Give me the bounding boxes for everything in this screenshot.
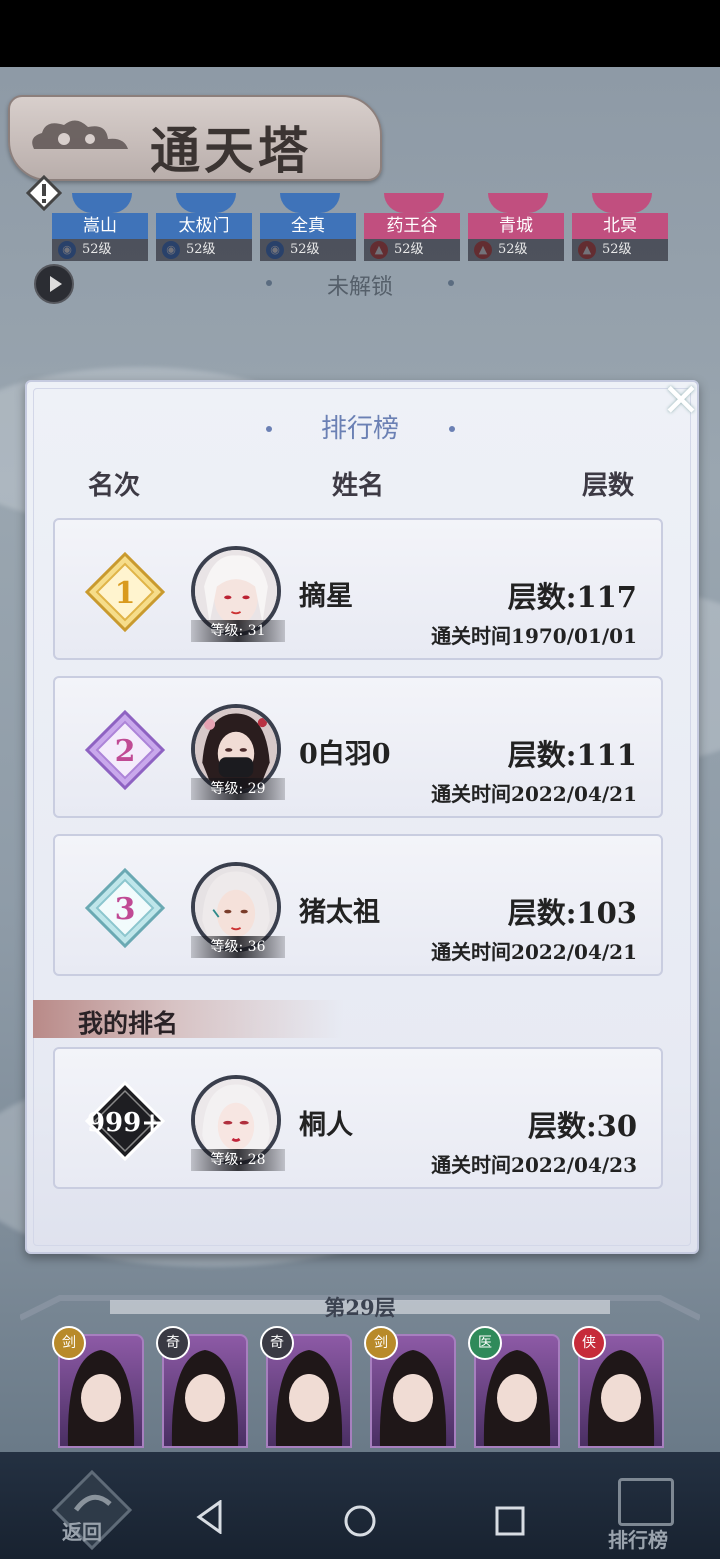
level-tag: 等级: 28 — [191, 1149, 285, 1171]
rank-number: 1 — [115, 576, 136, 611]
sect-level: 52级 — [52, 239, 148, 261]
class-badge-icon: 剑 — [52, 1326, 86, 1360]
sect-level: 52级 — [468, 239, 564, 261]
rank-1-badge-icon: 1 — [84, 551, 166, 633]
sect-card[interactable]: 嵩山◉52级 — [52, 193, 148, 263]
my-rank-row[interactable]: 999+ 等级: 28 桐人 层数:30 通关时间2022/04/23 — [53, 1047, 663, 1189]
floor-label: 第29层 — [324, 1295, 396, 1320]
rank-number: 999+ — [87, 1108, 163, 1138]
leaderboard-row[interactable]: 2 等级: 29 0白羽0 层数:111 通关时间2022/04/21 — [53, 676, 663, 818]
sect-name: 太极门 — [156, 213, 252, 239]
sect-name: 嵩山 — [52, 213, 148, 239]
floor-count: 层数:111 — [507, 738, 637, 772]
my-rank-label: 我的排名 — [78, 1009, 179, 1038]
page-title: 通天塔 — [150, 121, 312, 180]
sect-card[interactable]: 药王谷▲52级 — [364, 193, 460, 263]
status-bar — [0, 0, 720, 67]
class-badge-icon: 剑 — [364, 1326, 398, 1360]
system-recents-icon[interactable] — [495, 1506, 525, 1536]
sect-card[interactable]: 全真◉52级 — [260, 193, 356, 263]
sect-level: 52级 — [364, 239, 460, 261]
sect-card[interactable]: 青城▲52级 — [468, 193, 564, 263]
floor-count: 层数:117 — [507, 580, 637, 614]
player-name: 摘星 — [299, 581, 353, 612]
leaderboard-nav-label[interactable]: 排行榜 — [608, 1524, 668, 1553]
class-badge-icon: 奇 — [156, 1326, 190, 1360]
leaderboard-row[interactable]: 3 等级: 36 猪太祖 层数:103 通关时间2022/04/21 — [53, 834, 663, 976]
class-badge-icon: 侠 — [572, 1326, 606, 1360]
level-tag: 等级: 29 — [191, 778, 285, 800]
sect-portrait — [280, 193, 340, 213]
floor-count: 层数:103 — [507, 896, 637, 930]
rank-2-badge-icon: 2 — [84, 709, 166, 791]
sect-portrait — [176, 193, 236, 213]
my-rank-badge-icon: 999+ — [84, 1080, 166, 1162]
sect-card[interactable]: 北冥▲52级 — [572, 193, 668, 263]
level-tag: 等级: 36 — [191, 936, 285, 958]
locked-text: 未解锁 — [326, 275, 393, 300]
leaderboard-icon[interactable] — [618, 1478, 674, 1526]
rank-number: 3 — [115, 892, 136, 927]
header-rank: 名次 — [88, 471, 141, 501]
sect-level: 52级 — [260, 239, 356, 261]
warning-icon[interactable] — [26, 175, 62, 211]
rank-number: 2 — [115, 734, 136, 769]
sect-portrait — [592, 193, 652, 213]
header-floors: 层数 — [582, 471, 635, 501]
player-name: 桐人 — [299, 1110, 353, 1141]
sect-portrait — [488, 193, 548, 213]
sect-level: 52级 — [572, 239, 668, 261]
sect-list: 嵩山◉52级太极门◉52级全真◉52级药王谷▲52级青城▲52级北冥▲52级 — [52, 193, 672, 267]
sect-name: 药王谷 — [364, 213, 460, 239]
sect-level: 52级 — [156, 239, 252, 261]
sect-name: 全真 — [260, 213, 356, 239]
class-badge-icon: 奇 — [260, 1326, 294, 1360]
sect-portrait — [72, 193, 132, 213]
player-name: 猪太祖 — [299, 897, 380, 928]
player-name: 0白羽0 — [299, 739, 391, 770]
sect-name: 青城 — [468, 213, 564, 239]
clear-time: 通关时间2022/04/21 — [431, 782, 637, 806]
header-name: 姓名 — [332, 471, 385, 501]
clear-time: 通关时间2022/04/21 — [431, 940, 637, 964]
cloud-ornament-icon — [32, 120, 129, 149]
rank-3-badge-icon: 3 — [84, 867, 166, 949]
back-label[interactable]: 返回 — [62, 1516, 102, 1545]
class-badge-icon: 医 — [468, 1326, 502, 1360]
clear-time: 通关时间2022/04/23 — [431, 1153, 637, 1177]
system-home-icon[interactable] — [343, 1504, 377, 1538]
sect-portrait — [384, 193, 444, 213]
system-back-icon[interactable] — [196, 1500, 224, 1534]
floor-count: 层数:30 — [527, 1109, 637, 1143]
sect-name: 北冥 — [572, 213, 668, 239]
sect-card[interactable]: 太极门◉52级 — [156, 193, 252, 263]
leaderboard-row[interactable]: 1 等级: 31 摘星 层数:117 通关时间1970/01/01 — [53, 518, 663, 660]
leaderboard-title: 排行榜 — [320, 414, 399, 444]
level-tag: 等级: 31 — [191, 620, 285, 642]
clear-time: 通关时间1970/01/01 — [431, 624, 637, 648]
tower-title-banner: 通天塔 — [8, 95, 382, 181]
